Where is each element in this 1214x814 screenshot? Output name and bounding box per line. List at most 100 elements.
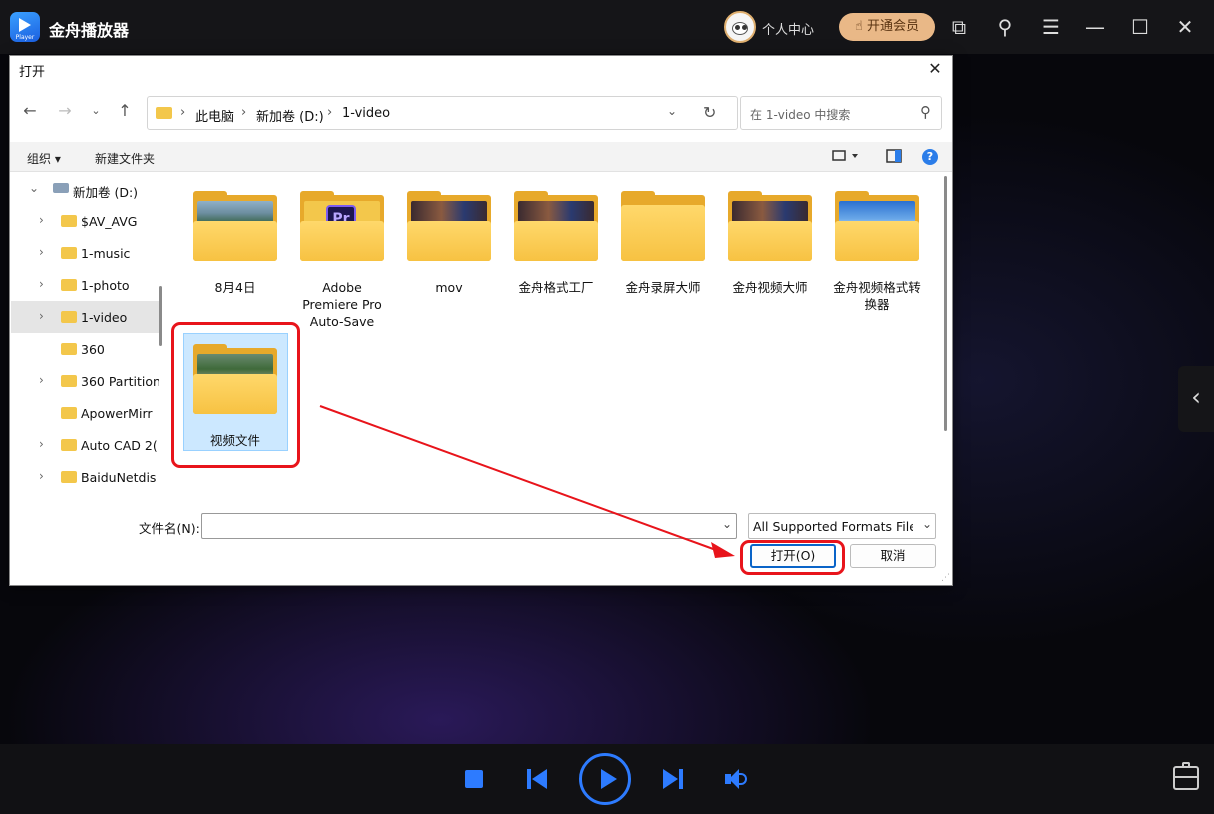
resize-grip-icon[interactable]: ⋰ [941, 573, 950, 583]
breadcrumb-item[interactable]: 1-video [342, 106, 390, 121]
filename-label: 文件名(N): [139, 521, 200, 536]
folder-icon: Pr [300, 191, 384, 261]
folder-tile[interactable]: 8月4日 [190, 191, 280, 296]
folder-tile[interactable]: 金舟格式工厂 [511, 191, 601, 296]
folder-icon [156, 107, 172, 119]
breadcrumb-item[interactable]: 新加卷 (D:) [256, 106, 324, 125]
maximize-icon[interactable]: ☐ [1127, 14, 1153, 40]
tree-item[interactable]: 360 [11, 333, 159, 365]
avatar[interactable] [724, 11, 756, 43]
play-button[interactable] [579, 753, 631, 805]
dialog-title: 打开 [19, 65, 46, 80]
chevron-down-icon[interactable]: ⌄ [29, 181, 39, 195]
chevron-left-icon: ‹ [1191, 383, 1201, 411]
minimize-icon[interactable]: — [1082, 14, 1108, 40]
chevron-right-icon[interactable]: › [39, 245, 44, 259]
open-button[interactable]: 打开(O) [750, 544, 836, 568]
address-bar[interactable]: › 此电脑 › 新加卷 (D:) › 1-video ⌄ ↻ [147, 96, 738, 130]
folder-tile[interactable]: 金舟录屏大师 [618, 191, 708, 296]
folder-name: 视频文件 [209, 433, 260, 448]
drive-icon [53, 183, 69, 193]
file-type-select[interactable]: All Supported Formats File (* ⌄ [748, 513, 936, 539]
chevron-down-icon[interactable]: ⌄ [921, 517, 932, 531]
vip-button[interactable]: ☝ 开通会员 [839, 13, 935, 41]
stop-button[interactable] [465, 770, 483, 788]
search-placeholder: 在 1-video 中搜索 [750, 108, 851, 122]
view-options-icon[interactable] [832, 149, 858, 163]
folder-icon [61, 343, 77, 355]
next-button[interactable] [661, 769, 683, 789]
mini-mode-icon[interactable]: ⧉ [946, 14, 972, 40]
breadcrumb-item[interactable]: 此电脑 [195, 106, 234, 125]
toolbox-icon[interactable] [1173, 762, 1199, 790]
file-type-value: All Supported Formats File (* [753, 519, 913, 534]
folder-icon [61, 247, 77, 259]
folder-name: 8月4日 [214, 280, 256, 295]
tree-item[interactable]: › BaiduNetdis [11, 461, 159, 493]
tree-item[interactable]: › Auto CAD 2( [11, 429, 159, 461]
folder-tile[interactable]: mov [404, 191, 494, 296]
tree-item[interactable]: › 1-music [11, 237, 159, 269]
folder-name: 金舟视频格式转换器 [833, 280, 921, 312]
chevron-down-icon[interactable]: ⌄ [722, 517, 732, 531]
chevron-right-icon[interactable]: › [39, 277, 44, 291]
chevron-right-icon[interactable]: › [39, 309, 44, 323]
back-arrow-icon[interactable]: ← [20, 101, 40, 121]
folder-icon [407, 191, 491, 261]
folder-name: 金舟格式工厂 [518, 280, 594, 295]
cancel-button[interactable]: 取消 [850, 544, 936, 568]
folder-icon [193, 191, 277, 261]
folder-tile[interactable]: 金舟视频格式转换器 [832, 191, 922, 313]
tree-item[interactable]: › 360 Partition [11, 365, 159, 397]
folder-icon [61, 215, 77, 227]
playlist-toggle-tab[interactable]: ‹ [1178, 366, 1214, 432]
previous-button[interactable] [527, 769, 549, 789]
tree-item-label: 1-music [81, 246, 131, 261]
up-arrow-icon[interactable]: ↑ [115, 101, 135, 121]
forward-arrow-icon[interactable]: → [55, 101, 75, 121]
organize-button[interactable]: 组织 ▾ [27, 150, 61, 167]
folder-icon [61, 407, 77, 419]
folder-icon [61, 471, 77, 483]
folder-icon [514, 191, 598, 261]
search-input[interactable]: 在 1-video 中搜索 ⚲ [740, 96, 942, 130]
folder-name: 金舟录屏大师 [625, 280, 701, 295]
tree-item-label: BaiduNetdis [81, 470, 157, 485]
app-logo-sub: Player [15, 34, 35, 41]
tree-item[interactable]: ⌄ 新加卷 (D:) [11, 173, 159, 205]
recent-dropdown-icon[interactable]: ⌄ [86, 101, 106, 121]
new-folder-button[interactable]: 新建文件夹 [95, 150, 155, 167]
folder-icon [61, 375, 77, 387]
filename-input[interactable]: ⌄ [201, 513, 737, 539]
folder-tile-selected[interactable]: 视频文件 [190, 344, 280, 449]
folder-icon [61, 439, 77, 451]
refresh-icon[interactable]: ↻ [703, 103, 716, 122]
menu-icon[interactable]: ☰ [1038, 14, 1064, 40]
file-list-scrollbar[interactable] [944, 176, 947, 431]
chevron-down-icon[interactable]: ⌄ [667, 104, 677, 118]
chevron-right-icon[interactable]: › [39, 469, 44, 483]
tree-item-label: $AV_AVG [81, 214, 138, 229]
folder-tile[interactable]: Pr Adobe Premiere Pro Auto-Save [297, 191, 387, 330]
user-center-link[interactable]: 个人中心 [762, 19, 814, 38]
tree-item[interactable]: › $AV_AVG [11, 205, 159, 237]
tree-item-selected[interactable]: › 1-video [11, 301, 159, 333]
tree-item[interactable]: ApowerMirr [11, 397, 159, 429]
chevron-right-icon[interactable]: › [39, 213, 44, 227]
volume-button[interactable] [725, 768, 749, 790]
chevron-right-icon[interactable]: › [39, 437, 44, 451]
tree-item[interactable]: › 1-photo [11, 269, 159, 301]
close-icon[interactable]: ✕ [1172, 14, 1198, 40]
help-icon[interactable]: ? [922, 149, 938, 165]
tree-scrollbar[interactable] [159, 286, 162, 346]
app-title: 金舟播放器 [49, 21, 130, 40]
folder-name: mov [435, 280, 463, 295]
folder-tile[interactable]: 金舟视频大师 [725, 191, 815, 296]
preview-pane-icon[interactable] [886, 149, 902, 163]
chevron-right-icon[interactable]: › [39, 373, 44, 387]
tree-item-label: 1-photo [81, 278, 130, 293]
vip-button-label: 开通会员 [867, 19, 920, 34]
app-titlebar: Player 金舟播放器 个人中心 ☝ 开通会员 ⧉ ⚲ ☰ — ☐ ✕ [0, 0, 1214, 54]
pin-icon[interactable]: ⚲ [992, 14, 1018, 40]
dialog-close-button[interactable]: ✕ [924, 58, 946, 80]
